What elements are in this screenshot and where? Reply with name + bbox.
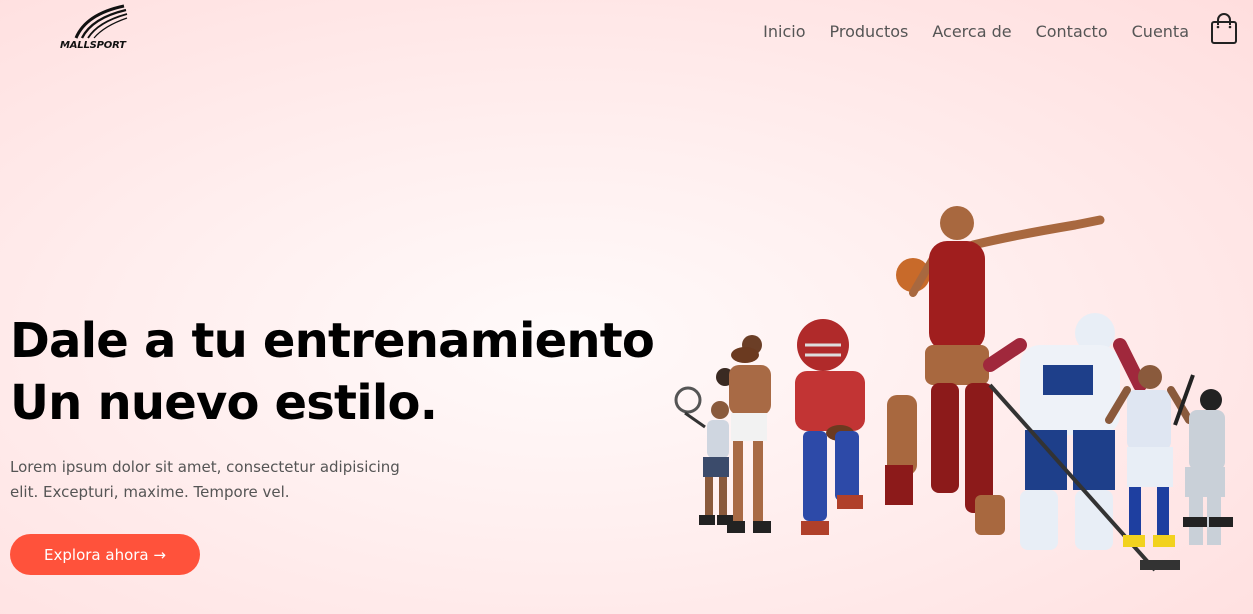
nav-item-cuenta[interactable]: Cuenta — [1132, 22, 1189, 41]
nav-item-contacto[interactable]: Contacto — [1036, 22, 1108, 41]
baseball-player-figure — [1173, 374, 1233, 545]
main-nav: Inicio Productos Acerca de Contacto Cuen… — [763, 22, 1189, 41]
nav-item-productos[interactable]: Productos — [829, 22, 908, 41]
hero-title-line2: Un nuevo estilo. — [10, 375, 438, 431]
tennis-player-figure — [674, 386, 733, 525]
shopping-bag-icon — [1211, 13, 1237, 44]
soccer-player-figure — [1105, 365, 1193, 547]
brand-logo[interactable]: MALLSPORT — [56, 4, 132, 56]
hero-title: Dale a tu entrenamiento Un nuevo estilo. — [10, 310, 655, 434]
athletes-collage-image — [674, 206, 1233, 572]
nav-item-acerca-de[interactable]: Acerca de — [932, 22, 1011, 41]
hero-title-line1: Dale a tu entrenamiento — [10, 313, 655, 369]
logo-text: MALLSPORT — [60, 40, 126, 51]
explore-now-button[interactable]: Explora ahora → — [10, 534, 200, 575]
cart-button[interactable] — [1210, 13, 1238, 45]
hero-description: Lorem ipsum dolor sit amet, consectetur … — [10, 458, 400, 501]
logo-swoosh-icon — [74, 4, 128, 39]
nav-item-inicio[interactable]: Inicio — [763, 22, 805, 41]
